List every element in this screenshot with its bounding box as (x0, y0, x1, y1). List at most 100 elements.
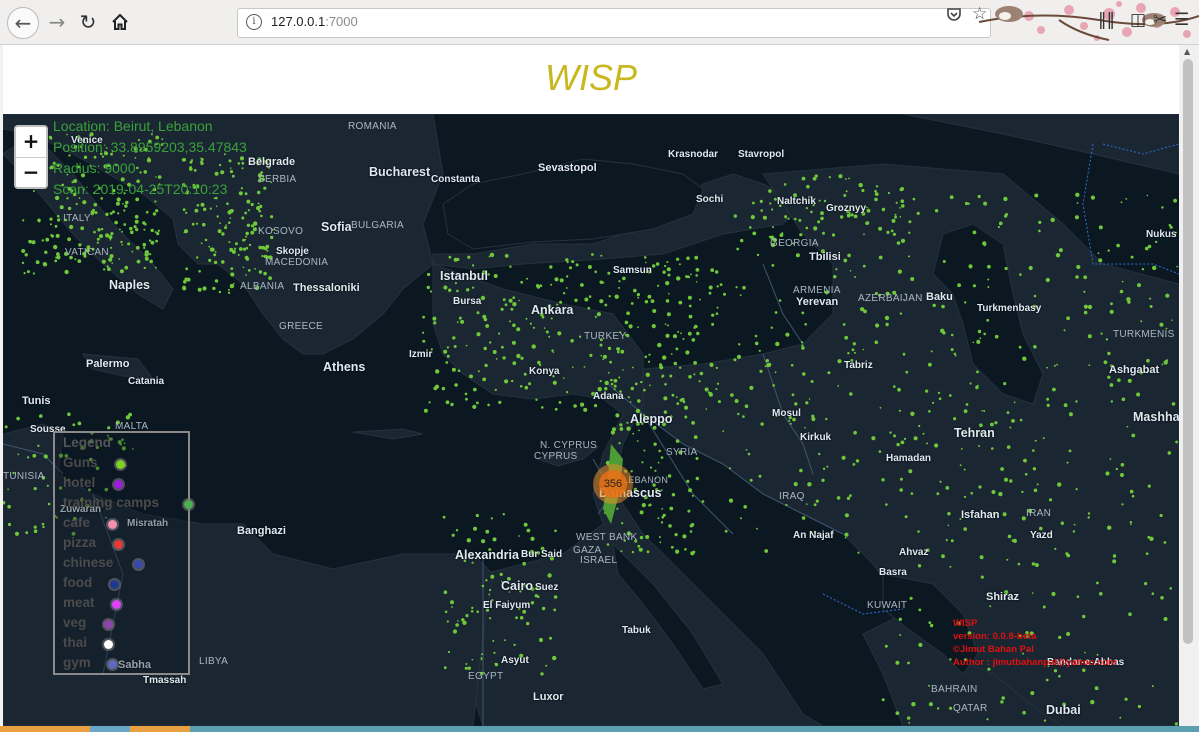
poi-dot (671, 493, 676, 497)
poi-dot (644, 300, 649, 304)
poi-dot (679, 366, 682, 369)
zoom-in-button[interactable]: + (16, 127, 46, 158)
poi-dot (610, 382, 614, 386)
map-view[interactable]: ROMANIA SERBIA BULGARIA KOSOVO ITALY VAT… (3, 114, 1179, 726)
poi-dot (1068, 412, 1073, 417)
poi-dot (200, 202, 205, 207)
poi-dot (613, 384, 617, 388)
poi-dot (1103, 360, 1108, 365)
poi-dot (450, 402, 454, 407)
poi-dot (529, 322, 533, 325)
poi-dot (1147, 244, 1152, 249)
poi-dot (33, 529, 38, 533)
poi-dot (428, 401, 431, 404)
poi-dot (143, 228, 146, 231)
poi-dot (1076, 264, 1081, 270)
poi-dot (482, 377, 487, 382)
poi-dot (545, 330, 549, 334)
poi-dot (998, 221, 1003, 226)
poi-dot (14, 531, 20, 536)
pocket-icon[interactable] (946, 6, 962, 26)
poi-dot (1021, 490, 1024, 494)
poi-dot (1003, 196, 1008, 202)
poi-dot (1107, 525, 1112, 530)
poi-dot (841, 455, 846, 460)
site-info-icon[interactable]: i (246, 14, 262, 30)
poi-dot (1137, 704, 1141, 709)
poi-dot (636, 440, 639, 442)
scroll-up-icon[interactable]: ▲ (1184, 47, 1190, 56)
poi-dot (1017, 562, 1021, 566)
poi-dot (677, 330, 680, 333)
forward-icon[interactable]: → (41, 6, 73, 38)
poi-dot (1053, 364, 1056, 367)
legend-item: Guns (63, 455, 98, 470)
poi-dot (866, 208, 871, 213)
poi-dot (716, 306, 719, 309)
poi-dot (202, 222, 206, 227)
poi-dot (879, 406, 882, 409)
screenshot-icon[interactable]: ✂ (1153, 10, 1167, 30)
poi-dot (1149, 297, 1152, 300)
poi-dot (67, 412, 71, 417)
poi-dot (1068, 449, 1072, 453)
credits-version: version: 0.0.8-beta (953, 631, 1037, 642)
poi-dot (488, 255, 491, 258)
poi-dot (1159, 322, 1164, 327)
poi-dot (142, 242, 147, 247)
reload-icon[interactable]: ↻ (72, 6, 104, 38)
poi-dot (907, 661, 910, 665)
library-icon[interactable]: ‖‖ (1098, 10, 1115, 30)
poi-dot (493, 274, 498, 278)
poi-dot (948, 394, 952, 397)
poi-dot (596, 312, 602, 317)
poi-dot (537, 360, 541, 365)
zoom-out-button[interactable]: − (16, 158, 46, 188)
city-label: Naltchik (777, 196, 816, 207)
poi-dot (791, 393, 795, 397)
poi-dot (1054, 547, 1057, 550)
poi-dot (129, 226, 133, 231)
poi-dot (511, 340, 516, 345)
poi-dot (93, 202, 98, 207)
poi-dot (774, 311, 778, 314)
poi-dot (573, 404, 577, 408)
poi-dot (846, 496, 851, 500)
poi-dot (16, 416, 20, 421)
poi-dot (535, 398, 538, 401)
poi-dot (675, 549, 680, 554)
poi-dot (534, 594, 538, 598)
poi-dot (684, 405, 689, 410)
poi-dot (652, 309, 657, 313)
poi-dot (1042, 605, 1046, 609)
poi-dot (759, 199, 763, 203)
poi-dot (1140, 320, 1143, 323)
poi-dot (675, 439, 680, 443)
poi-dot (828, 176, 831, 179)
poi-dot (929, 623, 934, 628)
poi-dot (152, 212, 157, 216)
home-icon[interactable] (104, 6, 136, 38)
poi-dot (516, 353, 521, 359)
poi-dot (678, 263, 681, 266)
poi-dot (182, 286, 187, 291)
address-bar[interactable]: i 127.0.0.1:7000 (237, 8, 991, 38)
poi-dot (779, 233, 784, 237)
poi-dot (490, 574, 495, 579)
poi-dot (831, 233, 836, 237)
poi-dot (108, 235, 113, 240)
poi-dot (928, 702, 934, 707)
poi-dot (1048, 498, 1053, 502)
poi-dot (986, 718, 989, 721)
bookmark-star-icon[interactable]: ☆ (972, 4, 987, 24)
poi-dot (774, 371, 777, 374)
scroll-thumb[interactable] (1183, 59, 1193, 644)
poi-dot (1034, 439, 1037, 442)
cluster-marker[interactable]: 356 (593, 464, 633, 504)
sidebar-icon[interactable]: ◫ (1130, 10, 1146, 30)
legend-marker-icon (110, 580, 119, 589)
back-icon[interactable]: ← (7, 7, 39, 39)
page-scrollbar[interactable]: ▲ (1180, 45, 1197, 726)
poi-dot (1066, 316, 1070, 321)
menu-icon[interactable]: ☰ (1174, 10, 1189, 30)
